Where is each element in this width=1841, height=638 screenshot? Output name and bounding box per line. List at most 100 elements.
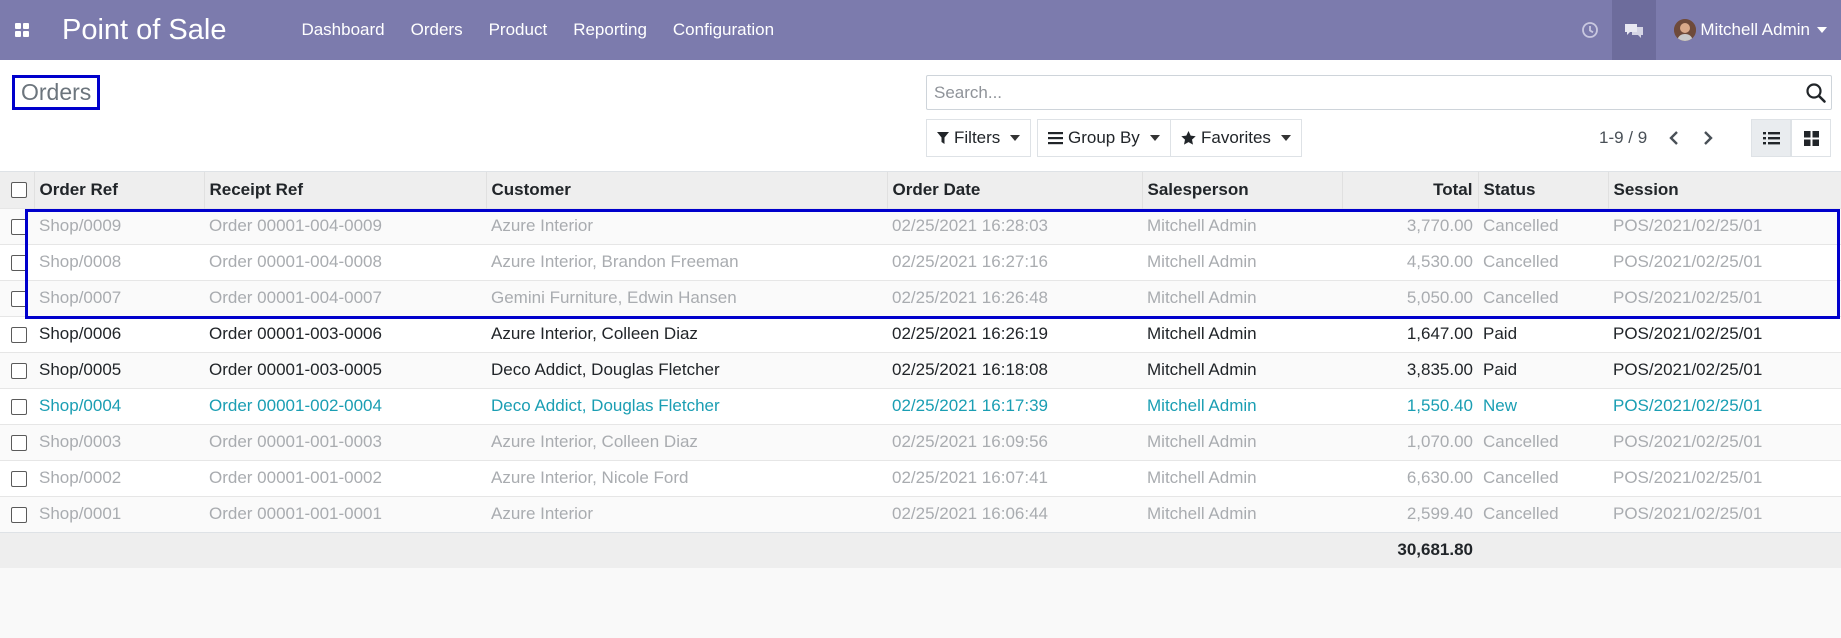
chevron-right-icon: [1704, 131, 1713, 145]
cell-order-date: 02/25/2021 16:26:48: [887, 279, 1142, 316]
control-panel: Orders Filters Group By Favorites 1-9 / …: [0, 60, 1841, 172]
cell-total: 1,647.00: [1342, 315, 1478, 352]
cell-salesperson: Mitchell Admin: [1142, 459, 1342, 496]
cell-status: Paid: [1478, 315, 1608, 352]
group-by-label: Group By: [1068, 128, 1140, 147]
menu-dashboard[interactable]: Dashboard: [288, 0, 397, 60]
caret-down-icon: [1817, 27, 1827, 33]
cell-receipt-ref: Order 00001-004-0009: [204, 207, 486, 244]
cell-customer: Azure Interior: [486, 207, 887, 244]
menu-orders[interactable]: Orders: [398, 0, 476, 60]
cell-order-date: 02/25/2021 16:27:16: [887, 243, 1142, 280]
user-name: Mitchell Admin: [1700, 20, 1810, 39]
column-header-order-date[interactable]: Order Date: [887, 172, 1143, 208]
column-header-total[interactable]: Total: [1342, 172, 1479, 208]
cell-order-ref: Shop/0004: [34, 387, 204, 424]
bars-icon: [1048, 132, 1063, 145]
select-all-cell: [0, 172, 35, 208]
column-header-session[interactable]: Session: [1608, 172, 1841, 208]
row-checkbox[interactable]: [11, 470, 27, 487]
select-all-checkbox[interactable]: [11, 182, 27, 199]
favorites-button[interactable]: Favorites: [1170, 119, 1302, 157]
cell-receipt-ref: Order 00001-004-0008: [204, 243, 486, 280]
pager-next-button[interactable]: [1694, 124, 1722, 152]
pager-previous-button[interactable]: [1660, 124, 1688, 152]
cell-receipt-ref: Order 00001-004-0007: [204, 279, 486, 316]
search-input[interactable]: [927, 76, 1787, 109]
cell-order-date: 02/25/2021 16:09:56: [887, 423, 1142, 460]
column-header-salesperson[interactable]: Salesperson: [1142, 172, 1343, 208]
caret-down-icon: [1280, 135, 1291, 141]
table-row[interactable]: Shop/0007 Order 00001-004-0007 Gemini Furn…: [0, 279, 1841, 316]
group-by-button[interactable]: Group By: [1037, 119, 1171, 157]
cell-total: 4,530.00: [1342, 243, 1478, 280]
cell-customer: Deco Addict, Douglas Fletcher: [486, 351, 887, 388]
menu-product[interactable]: Product: [476, 0, 561, 60]
cell-order-date: 02/25/2021 16:06:44: [887, 495, 1142, 532]
cell-order-date: 02/25/2021 16:17:39: [887, 387, 1142, 424]
cell-session: POS/2021/02/25/01: [1608, 459, 1841, 496]
cell-salesperson: Mitchell Admin: [1142, 279, 1342, 316]
cell-session: POS/2021/02/25/01: [1608, 423, 1841, 460]
messaging-chat-icon[interactable]: [1612, 0, 1657, 60]
table-row[interactable]: Shop/0005 Order 00001-003-0005 Deco Addict…: [0, 351, 1841, 388]
cell-salesperson: Mitchell Admin: [1142, 243, 1342, 280]
table-row[interactable]: Shop/0009 Order 00001-004-0009 Azure Inter…: [0, 207, 1841, 244]
apps-menu-icon[interactable]: [0, 0, 44, 60]
cell-customer: Gemini Furniture, Edwin Hansen: [486, 279, 887, 316]
footer-spacer: [1478, 531, 1841, 568]
cell-order-date: 02/25/2021 16:26:19: [887, 315, 1142, 352]
cell-session: POS/2021/02/25/01: [1608, 207, 1841, 244]
menu-reporting[interactable]: Reporting: [560, 0, 660, 60]
list-icon: [1762, 132, 1780, 145]
table-row[interactable]: Shop/0004 Order 00001-002-0004 Deco Addict…: [0, 387, 1841, 424]
row-checkbox[interactable]: [11, 326, 27, 343]
row-checkbox[interactable]: [11, 362, 27, 379]
row-select-cell: [0, 495, 34, 532]
menu-configuration[interactable]: Configuration: [660, 0, 787, 60]
app-title[interactable]: Point of Sale: [62, 14, 226, 47]
kanban-view-button[interactable]: [1791, 119, 1831, 157]
table-row[interactable]: Shop/0003 Order 00001-001-0003 Azure Inter…: [0, 423, 1841, 460]
cell-order-date: 02/25/2021 16:07:41: [887, 459, 1142, 496]
cell-salesperson: Mitchell Admin: [1142, 351, 1342, 388]
column-header-status[interactable]: Status: [1478, 172, 1609, 208]
column-header-order-ref[interactable]: Order Ref: [34, 172, 205, 208]
table-row[interactable]: Shop/0002 Order 00001-001-0002 Azure Inter…: [0, 459, 1841, 496]
row-select-cell: [0, 351, 34, 388]
cell-customer: Azure Interior, Nicole Ford: [486, 459, 887, 496]
cell-session: POS/2021/02/25/01: [1608, 243, 1841, 280]
cell-order-ref: Shop/0005: [34, 351, 204, 388]
table-row[interactable]: Shop/0001 Order 00001-001-0001 Azure Inter…: [0, 495, 1841, 532]
row-select-cell: [0, 207, 34, 244]
search-icon[interactable]: [1805, 82, 1827, 104]
cell-receipt-ref: Order 00001-003-0006: [204, 315, 486, 352]
row-checkbox[interactable]: [11, 218, 27, 235]
column-header-receipt-ref[interactable]: Receipt Ref: [204, 172, 487, 208]
row-checkbox[interactable]: [11, 254, 27, 271]
cell-order-ref: Shop/0006: [34, 315, 204, 352]
footer-spacer: [0, 531, 1342, 568]
cell-receipt-ref: Order 00001-001-0001: [204, 495, 486, 532]
cell-session: POS/2021/02/25/01: [1608, 315, 1841, 352]
row-checkbox[interactable]: [11, 398, 27, 415]
cell-receipt-ref: Order 00001-003-0005: [204, 351, 486, 388]
row-select-cell: [0, 315, 34, 352]
filters-button[interactable]: Filters: [926, 119, 1032, 157]
cell-total: 3,835.00: [1342, 351, 1478, 388]
table-row[interactable]: Shop/0008 Order 00001-004-0008 Azure Inter…: [0, 243, 1841, 280]
cell-customer: Azure Interior, Brandon Freeman: [486, 243, 887, 280]
row-checkbox[interactable]: [11, 434, 27, 451]
cell-customer: Azure Interior: [486, 495, 887, 532]
cell-total: 5,050.00: [1342, 279, 1478, 316]
table-row[interactable]: Shop/0006 Order 00001-003-0006 Azure Inter…: [0, 315, 1841, 352]
pager-value[interactable]: 1-9 / 9: [1599, 128, 1647, 148]
row-checkbox[interactable]: [11, 290, 27, 307]
column-header-customer[interactable]: Customer: [486, 172, 888, 208]
activity-clock-icon[interactable]: [1568, 0, 1612, 60]
cell-status: Cancelled: [1478, 495, 1608, 532]
list-view-button[interactable]: [1751, 119, 1791, 157]
table-header-row: Order Ref Receipt Ref Customer Order Dat…: [0, 172, 1841, 208]
user-menu[interactable]: Mitchell Admin: [1656, 0, 1841, 60]
row-checkbox[interactable]: [11, 506, 27, 523]
